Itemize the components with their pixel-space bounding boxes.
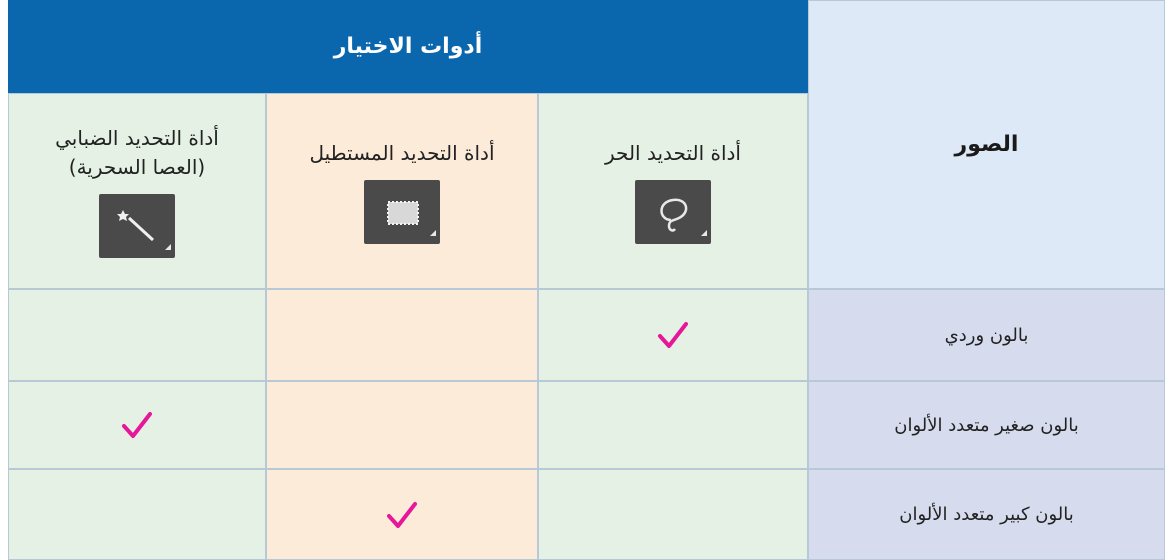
tool-label-fuzzy-select: أداة التحديد الضبابي <box>55 126 219 150</box>
cell-large-balloon-free-select <box>538 469 808 560</box>
cell-pink-balloon-fuzzy-select <box>8 289 266 381</box>
rectangle-marquee-icon <box>364 179 440 244</box>
row-label-small-multicolor-balloon: بالون صغير متعدد الألوان <box>808 381 1165 469</box>
checkmark-icon <box>387 501 417 528</box>
tool-header-fuzzy-select: أداة التحديد الضبابي (العصا السحرية) <box>8 93 266 289</box>
cell-small-balloon-rectangle-select <box>266 381 538 469</box>
tool-label-fuzzy-select-sub: (العصا السحرية) <box>68 155 206 179</box>
row-label-large-multicolor-balloon: بالون كبير متعدد الألوان <box>808 469 1165 560</box>
cell-large-balloon-fuzzy-select <box>8 469 266 560</box>
checkmark-icon <box>658 322 688 348</box>
selection-tools-table: أدوات الاختيار الصور أداة التحديد الحر أ… <box>0 0 1173 560</box>
row-label-pink-balloon: بالون وردي <box>808 289 1165 381</box>
lasso-icon <box>635 179 711 244</box>
tool-header-free-select: أداة التحديد الحر <box>538 93 808 289</box>
cell-pink-balloon-free-select <box>538 289 808 381</box>
tool-label-rectangle-select: أداة التحديد المستطيل <box>309 140 495 165</box>
magic-wand-icon <box>99 194 175 258</box>
cell-small-balloon-free-select <box>538 381 808 469</box>
tool-label-free-select: أداة التحديد الحر <box>605 140 741 165</box>
checkmark-icon <box>122 412 152 438</box>
tool-header-rectangle-select: أداة التحديد المستطيل <box>266 93 538 289</box>
cell-large-balloon-rectangle-select <box>266 469 538 560</box>
cell-pink-balloon-rectangle-select <box>266 289 538 381</box>
images-column-header: الصور <box>808 0 1165 289</box>
selection-tools-header: أدوات الاختيار <box>8 0 808 93</box>
cell-small-balloon-fuzzy-select <box>8 381 266 469</box>
